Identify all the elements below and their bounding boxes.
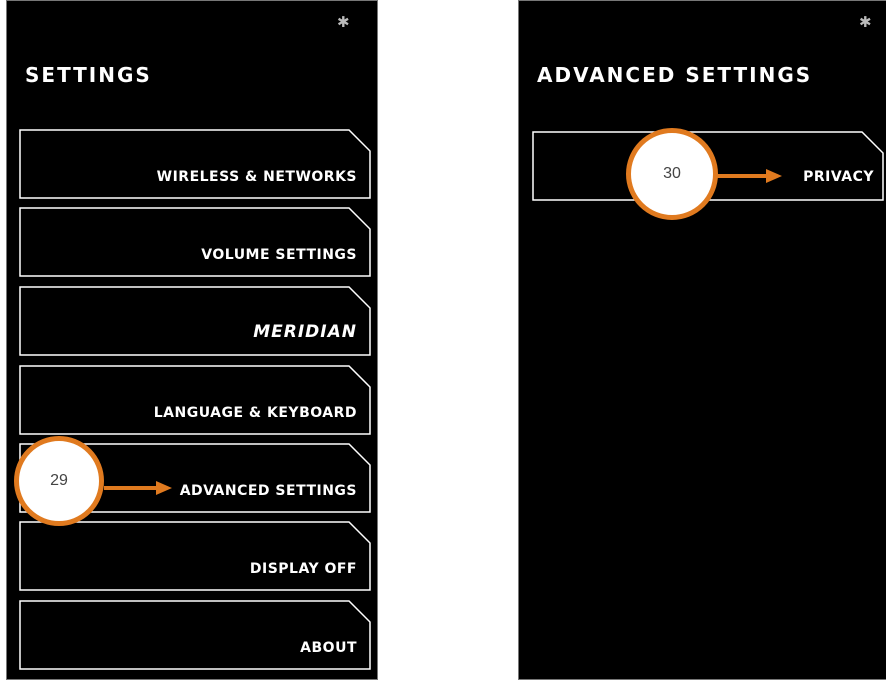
menu-item-label: DISPLAY OFF — [249, 561, 357, 577]
callout-marker: 30 — [626, 128, 718, 220]
page-title: ADVANCED SETTINGS — [537, 63, 813, 87]
advanced-settings-screen: ✱ ADVANCED SETTINGS PRIVACY — [518, 0, 886, 680]
menu-item-meridian[interactable]: MERIDIAN — [19, 286, 371, 356]
button-outline — [19, 521, 371, 591]
bluetooth-icon: ✱ — [337, 13, 350, 31]
arrow-icon — [104, 481, 172, 495]
meridian-logo: MERIDIAN — [253, 322, 357, 342]
settings-screen: ✱ SETTINGS WIRELESS & NETWORKS VOLUME SE… — [6, 0, 378, 680]
menu-item-label: PRIVACY — [803, 169, 874, 185]
button-outline — [19, 129, 371, 199]
menu-item-label: LANGUAGE & KEYBOARD — [153, 405, 357, 421]
menu-item-display-off[interactable]: DISPLAY OFF — [19, 521, 371, 591]
menu-item-wireless-networks[interactable]: WIRELESS & NETWORKS — [19, 129, 371, 199]
button-outline — [19, 207, 371, 277]
button-outline — [19, 286, 371, 356]
bluetooth-icon: ✱ — [859, 13, 872, 31]
callout-number: 30 — [663, 165, 681, 182]
menu-item-about[interactable]: ABOUT — [19, 600, 371, 670]
button-outline — [19, 365, 371, 435]
menu-item-label: VOLUME SETTINGS — [201, 247, 357, 263]
menu-item-label: WIRELESS & NETWORKS — [156, 169, 357, 185]
menu-item-label: ADVANCED SETTINGS — [179, 483, 357, 499]
menu-item-volume-settings[interactable]: VOLUME SETTINGS — [19, 207, 371, 277]
callout-marker: 29 — [14, 436, 104, 526]
menu-item-language-keyboard[interactable]: LANGUAGE & KEYBOARD — [19, 365, 371, 435]
page-title: SETTINGS — [25, 63, 152, 87]
arrow-icon — [716, 169, 782, 183]
callout-number: 29 — [50, 472, 68, 489]
menu-item-label: ABOUT — [300, 640, 357, 656]
button-outline — [19, 600, 371, 670]
